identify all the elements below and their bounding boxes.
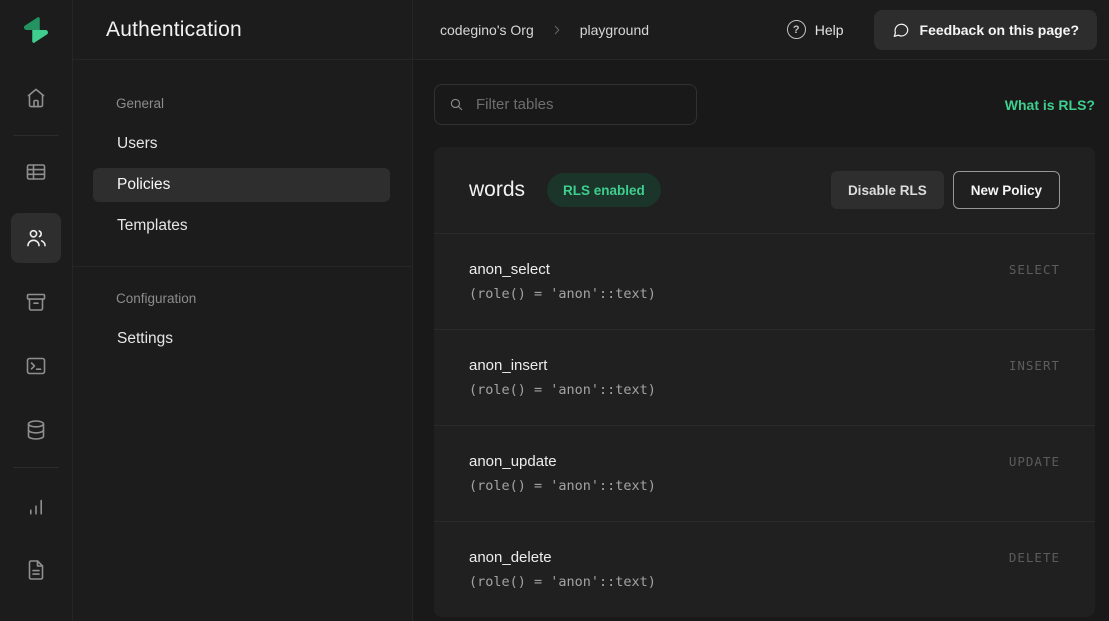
sidebar-header: Authentication [73,0,412,60]
table-name: words [469,178,525,202]
page-title: Authentication [106,18,242,42]
policy-definition: (role() = 'anon'::text) [469,382,1060,398]
policy-name: anon_update [469,453,557,470]
section-label-general: General [73,94,412,114]
rail-item-table-editor[interactable] [14,150,58,194]
policy-row-anon-insert: anon_insert INSERT (role() = 'anon'::tex… [434,329,1095,425]
sidebar-divider [73,266,412,267]
rail-divider [13,135,59,136]
chevron-right-icon [550,23,564,37]
policy-command-badge: INSERT [1009,358,1060,373]
table-icon [24,160,48,184]
file-text-icon [24,558,48,582]
help-label: Help [815,22,844,38]
policy-command-badge: DELETE [1009,550,1060,565]
feedback-label: Feedback on this page? [920,22,1079,38]
bar-chart-icon [24,495,48,519]
policy-row-anon-update: anon_update UPDATE (role() = 'anon'::tex… [434,425,1095,521]
breadcrumb-project[interactable]: playground [580,22,649,38]
rail-item-authentication[interactable] [11,213,61,263]
sidebar-item-users[interactable]: Users [93,127,390,161]
supabase-logo[interactable] [0,0,72,60]
rail-item-home[interactable] [14,76,58,120]
policy-name: anon_delete [469,549,552,566]
new-policy-button[interactable]: New Policy [953,171,1060,209]
users-icon [24,226,48,250]
rail-item-logs[interactable] [14,548,58,592]
terminal-icon [24,354,48,378]
home-icon [24,86,48,110]
auth-sidebar: Authentication General Users Policies Te… [73,0,413,621]
search-icon [448,96,465,113]
database-icon [24,418,48,442]
disable-rls-button[interactable]: Disable RLS [831,171,944,209]
policy-row-anon-select: anon_select SELECT (role() = 'anon'::tex… [434,233,1095,329]
card-header: words RLS enabled Disable RLS New Policy [434,147,1095,233]
filter-tables-input[interactable] [476,96,683,113]
help-button[interactable]: ? Help [787,20,844,39]
supabase-bolt-icon [21,15,51,45]
breadcrumb-org[interactable]: codegino's Org [440,22,534,38]
rls-enabled-badge: RLS enabled [547,173,661,207]
filter-tables-box [434,84,697,125]
what-is-rls-link[interactable]: What is RLS? [1005,97,1095,113]
rail-divider [13,467,59,468]
sidebar-item-templates[interactable]: Templates [93,209,390,243]
policy-name: anon_insert [469,357,547,374]
sidebar-nav: General Users Policies Templates Configu… [73,60,412,363]
rail-item-sql-editor[interactable] [14,344,58,388]
section-label-configuration: Configuration [73,289,412,309]
policy-row-anon-delete: anon_delete DELETE (role() = 'anon'::tex… [434,521,1095,617]
policy-command-badge: UPDATE [1009,454,1060,469]
feedback-button[interactable]: Feedback on this page? [874,10,1097,50]
topbar: codegino's Org playground ? Help Feedbac… [413,0,1109,60]
policy-definition: (role() = 'anon'::text) [469,574,1060,590]
policy-definition: (role() = 'anon'::text) [469,286,1060,302]
policy-name: anon_select [469,261,550,278]
speech-bubble-icon [892,21,910,39]
policies-content: What is RLS? words RLS enabled Disable R… [413,60,1109,621]
filter-row: What is RLS? [434,84,1095,125]
policy-definition: (role() = 'anon'::text) [469,478,1060,494]
help-icon: ? [787,20,806,39]
policy-command-badge: SELECT [1009,262,1060,277]
table-policies-card: words RLS enabled Disable RLS New Policy… [434,147,1095,617]
rail-item-reports[interactable] [14,485,58,529]
rail-item-database[interactable] [14,408,58,452]
rail-item-storage[interactable] [14,280,58,324]
app-root: Authentication General Users Policies Te… [0,0,1109,621]
main-area: codegino's Org playground ? Help Feedbac… [413,0,1109,621]
sidebar-item-policies[interactable]: Policies [93,168,390,202]
archive-icon [24,290,48,314]
icon-rail [0,0,73,621]
sidebar-item-settings[interactable]: Settings [93,322,390,356]
